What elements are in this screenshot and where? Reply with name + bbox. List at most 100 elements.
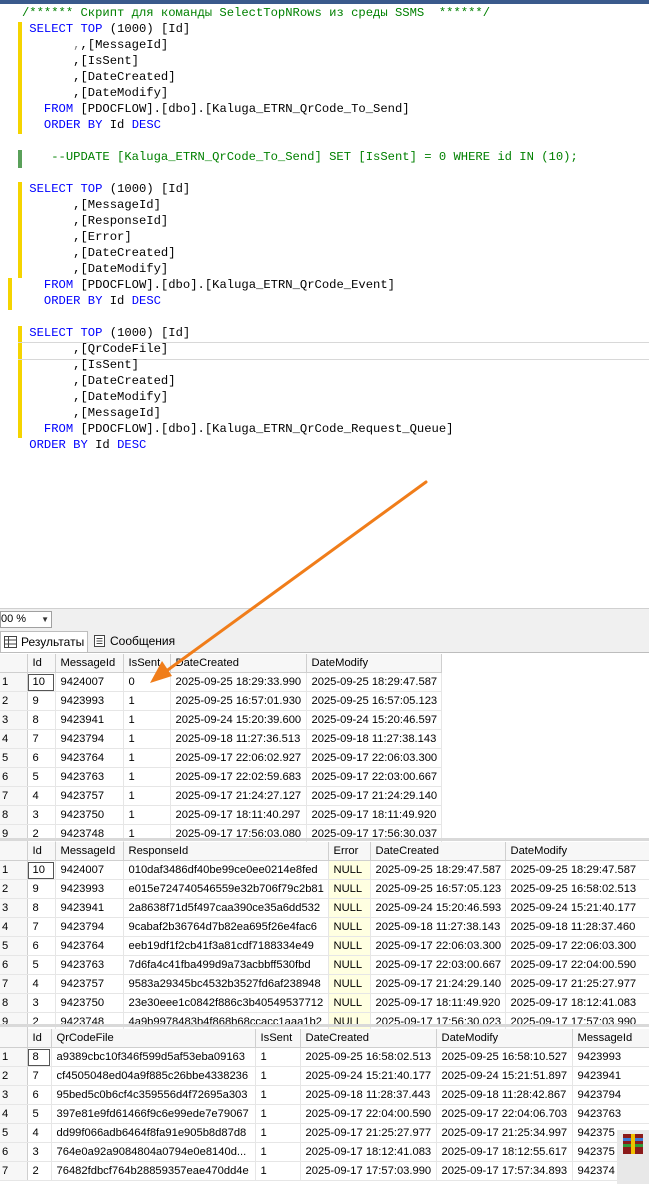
table-cell[interactable]: 4 bbox=[27, 1123, 52, 1143]
table-cell[interactable]: 9424007 bbox=[55, 860, 124, 880]
column-header[interactable]: DateCreated bbox=[370, 842, 506, 861]
column-header[interactable]: MessageId bbox=[55, 842, 124, 861]
table-row[interactable]: 1 10 9424007 010daf3486df40be99ce0ee0214e8f… bbox=[0, 860, 649, 880]
table-cell[interactable]: 3 bbox=[27, 993, 56, 1013]
table-cell[interactable]: 1 bbox=[255, 1104, 301, 1124]
table-cell[interactable]: 2025-09-24 15:20:39.600 bbox=[170, 710, 307, 730]
table-cell[interactable]: 5 bbox=[27, 1104, 52, 1124]
table-cell[interactable]: 2025-09-17 22:06:03.300 bbox=[370, 936, 506, 956]
table-cell[interactable]: 8 bbox=[27, 898, 56, 918]
table-cell[interactable]: 8 bbox=[27, 710, 56, 730]
table-cell[interactable]: 2025-09-25 18:29:47.587 bbox=[505, 860, 649, 880]
table-cell[interactable]: 1 bbox=[255, 1085, 301, 1105]
table-cell[interactable]: 9423763 bbox=[55, 767, 124, 787]
table-cell[interactable]: 9423993 bbox=[572, 1047, 649, 1067]
table-cell[interactable]: 2025-09-17 22:06:03.300 bbox=[306, 748, 442, 768]
tab-messages[interactable]: Сообщения bbox=[90, 631, 176, 652]
table-cell[interactable]: 2025-09-25 16:58:10.527 bbox=[436, 1047, 573, 1067]
table-row[interactable]: 1 10 9424007 0 2025-09-25 18:29:33.990 2025-0… bbox=[0, 672, 442, 692]
table-cell[interactable]: 3 bbox=[27, 805, 56, 825]
table-cell[interactable]: 9423794 bbox=[55, 729, 124, 749]
table-cell[interactable]: NULL bbox=[328, 898, 371, 918]
table-cell[interactable]: 9423993 bbox=[55, 691, 124, 711]
table-row[interactable]: 5 6 9423764 1 2025-09-17 22:06:02.927 2025-09… bbox=[0, 748, 442, 768]
table-cell[interactable]: 2025-09-24 15:21:40.177 bbox=[300, 1066, 437, 1086]
table-cell[interactable]: 23e30eee1c0842f886c3b40549537712 bbox=[123, 993, 329, 1013]
table-cell[interactable]: 764e0a92a9084804a0794e0e8140d... bbox=[51, 1142, 256, 1162]
table-cell[interactable]: 2025-09-24 15:21:51.897 bbox=[436, 1066, 573, 1086]
table-cell[interactable]: 6 bbox=[27, 748, 56, 768]
table-cell[interactable]: 8 bbox=[27, 1047, 52, 1067]
table-row[interactable]: 7 4 9423757 1 2025-09-17 21:24:27.127 2025-09… bbox=[0, 786, 442, 806]
table-cell[interactable]: 2025-09-25 16:58:02.513 bbox=[300, 1047, 437, 1067]
grid-splitter[interactable] bbox=[0, 1024, 649, 1027]
table-cell[interactable]: 9423763 bbox=[55, 955, 124, 975]
row-number[interactable]: 3 bbox=[0, 1085, 28, 1105]
table-cell[interactable]: 2025-09-25 18:29:47.587 bbox=[370, 860, 506, 880]
table-cell[interactable]: 2025-09-18 11:27:38.143 bbox=[370, 917, 506, 937]
table-cell[interactable]: 2025-09-17 17:57:34.893 bbox=[436, 1161, 573, 1181]
table-cell[interactable]: 7 bbox=[27, 917, 56, 937]
table-cell[interactable]: 9423794 bbox=[55, 917, 124, 937]
table-cell[interactable]: 5 bbox=[27, 955, 56, 975]
table-cell[interactable]: 10 bbox=[27, 860, 56, 880]
app-tray-icon[interactable] bbox=[617, 1130, 649, 1184]
row-number[interactable]: 4 bbox=[0, 1104, 28, 1124]
table-cell[interactable]: 3 bbox=[27, 1142, 52, 1162]
table-cell[interactable]: 2025-09-25 16:58:02.513 bbox=[505, 879, 649, 899]
table-cell[interactable]: 4 bbox=[27, 786, 56, 806]
column-header[interactable]: DateCreated bbox=[170, 654, 307, 673]
table-cell[interactable]: 4 bbox=[27, 974, 56, 994]
table-cell[interactable]: NULL bbox=[328, 993, 371, 1013]
row-number[interactable]: 5 bbox=[0, 936, 28, 956]
row-number[interactable]: 2 bbox=[0, 879, 28, 899]
row-number[interactable]: 6 bbox=[0, 955, 28, 975]
row-number[interactable]: 4 bbox=[0, 729, 28, 749]
table-row[interactable]: 6 3 764e0a92a9084804a0794e0e8140d... 1 2025-… bbox=[0, 1142, 649, 1162]
table-cell[interactable]: 1 bbox=[123, 786, 171, 806]
row-number[interactable]: 7 bbox=[0, 1161, 28, 1181]
table-cell[interactable]: 2025-09-18 11:27:38.143 bbox=[306, 729, 442, 749]
table-cell[interactable]: 2a8638f71d5f497caa390ce35a6dd532 bbox=[123, 898, 329, 918]
table-cell[interactable]: 1 bbox=[255, 1047, 301, 1067]
table-cell[interactable]: NULL bbox=[328, 974, 371, 994]
table-cell[interactable]: 1 bbox=[255, 1142, 301, 1162]
column-header[interactable]: IsSent bbox=[123, 654, 171, 673]
table-cell[interactable]: 1 bbox=[123, 729, 171, 749]
table-cell[interactable]: 397e81e9fd61466f9c6e99ede7e79067 bbox=[51, 1104, 256, 1124]
table-cell[interactable]: NULL bbox=[328, 860, 371, 880]
column-header[interactable]: ResponseId bbox=[123, 842, 329, 861]
table-cell[interactable]: 2025-09-17 21:25:27.977 bbox=[505, 974, 649, 994]
results-grid-1[interactable]: Id MessageId IsSent DateCreated DateModify 1… bbox=[0, 654, 442, 844]
row-number[interactable]: 8 bbox=[0, 993, 28, 1013]
row-number[interactable]: 5 bbox=[0, 1123, 28, 1143]
table-row[interactable]: 4 7 9423794 1 2025-09-18 11:27:36.513 2025-09… bbox=[0, 729, 442, 749]
table-cell[interactable]: 2025-09-17 21:24:27.127 bbox=[170, 786, 307, 806]
table-cell[interactable]: 9423750 bbox=[55, 805, 124, 825]
column-header[interactable]: IsSent bbox=[255, 1029, 301, 1048]
table-cell[interactable]: 9423764 bbox=[55, 748, 124, 768]
table-cell[interactable]: 2 bbox=[27, 1161, 52, 1181]
table-cell[interactable]: dd99f066adb6464f8fa91e905b8d87d8 bbox=[51, 1123, 256, 1143]
table-cell[interactable]: cf4505048ed04a9f885c26bbe4338236 bbox=[51, 1066, 256, 1086]
results-grid-3[interactable]: Id QrCodeFile IsSent DateCreated DateModify M… bbox=[0, 1029, 649, 1181]
table-cell[interactable]: 2025-09-17 18:11:40.297 bbox=[170, 805, 307, 825]
table-row[interactable]: 8 3 9423750 23e30eee1c0842f886c3b4054953771… bbox=[0, 993, 649, 1013]
row-number[interactable]: 2 bbox=[0, 1066, 28, 1086]
table-cell[interactable]: 2025-09-17 21:25:27.977 bbox=[300, 1123, 437, 1143]
column-header[interactable]: QrCodeFile bbox=[51, 1029, 256, 1048]
table-cell[interactable]: 1 bbox=[123, 748, 171, 768]
table-cell[interactable]: 010daf3486df40be99ce0ee0214e8fed bbox=[123, 860, 329, 880]
table-cell[interactable]: 9583a29345bc4532b3527fd6af238948 bbox=[123, 974, 329, 994]
table-cell[interactable]: 2025-09-17 22:03:00.667 bbox=[306, 767, 442, 787]
table-cell[interactable]: 2025-09-25 18:29:47.587 bbox=[306, 672, 442, 692]
column-header[interactable]: DateModify bbox=[436, 1029, 573, 1048]
column-header[interactable]: Id bbox=[27, 842, 56, 861]
table-cell[interactable]: 2025-09-18 11:28:42.867 bbox=[436, 1085, 573, 1105]
table-cell[interactable]: 9424007 bbox=[55, 672, 124, 692]
table-cell[interactable]: 5 bbox=[27, 767, 56, 787]
column-header[interactable]: Id bbox=[27, 654, 56, 673]
table-cell[interactable]: 2025-09-17 21:25:34.997 bbox=[436, 1123, 573, 1143]
table-cell[interactable]: 2025-09-18 11:28:37.443 bbox=[300, 1085, 437, 1105]
table-cell[interactable]: 2025-09-24 15:20:46.597 bbox=[306, 710, 442, 730]
